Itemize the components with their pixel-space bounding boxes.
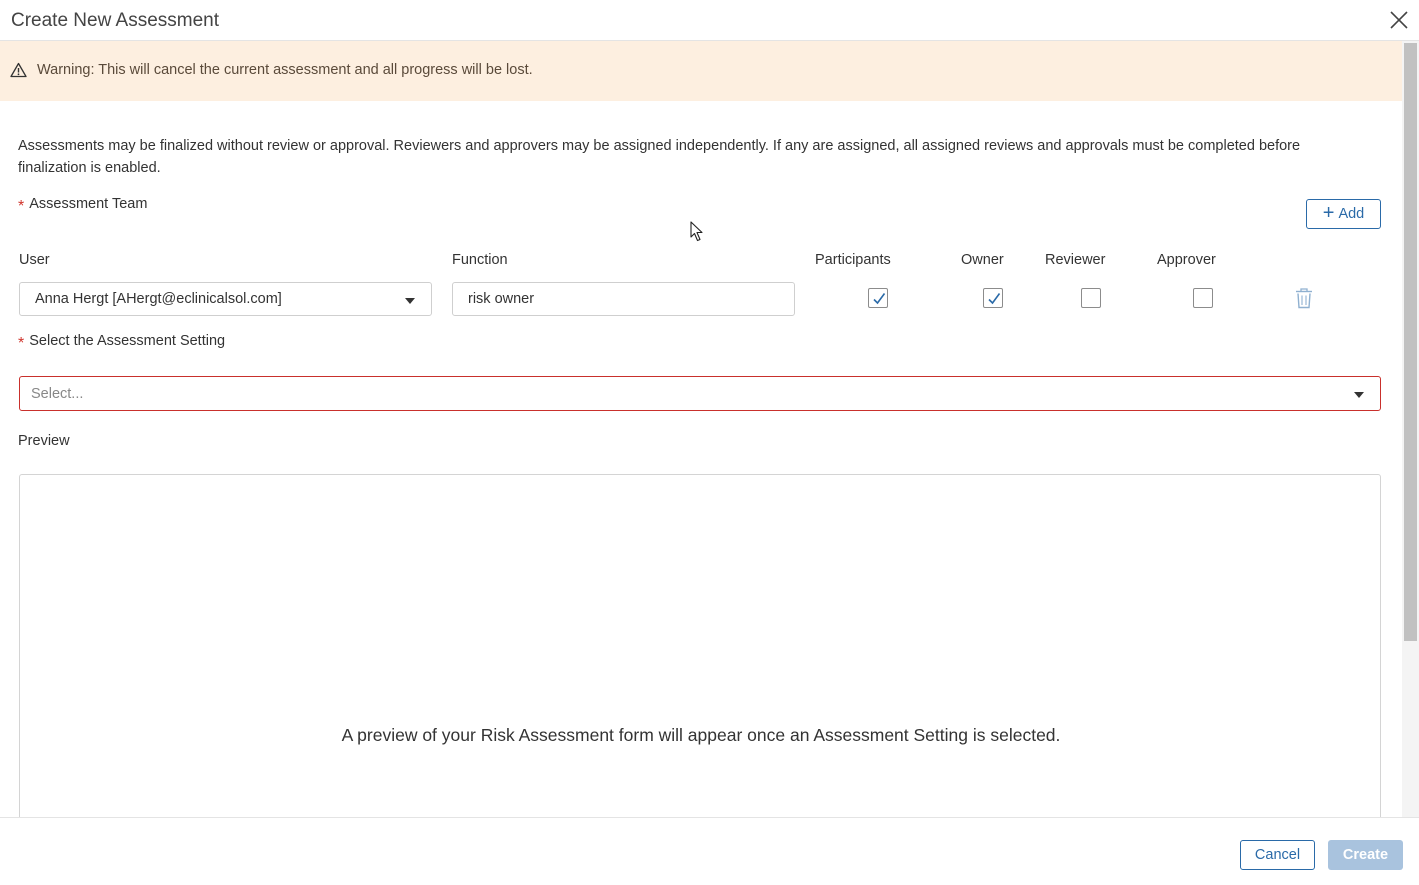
warning-banner: Warning: This will cancel the current as…: [0, 41, 1402, 101]
column-header-user: User: [19, 252, 50, 268]
required-marker: *: [18, 335, 25, 352]
assessment-setting-placeholder: Select...: [31, 386, 84, 402]
dialog-body: Warning: This will cancel the current as…: [0, 41, 1419, 817]
user-select[interactable]: Anna Hergt [AHergt@eclinicalsol.com]: [19, 282, 432, 316]
plus-icon: +: [1322, 202, 1335, 224]
warning-text: Warning: This will cancel the current as…: [37, 62, 533, 78]
required-marker: *: [18, 198, 25, 215]
create-button[interactable]: Create: [1328, 840, 1403, 870]
preview-panel: A preview of your Risk Assessment form w…: [19, 474, 1381, 817]
warning-icon: [10, 62, 27, 78]
assessment-setting-select[interactable]: Select...: [19, 376, 1381, 411]
column-header-reviewer: Reviewer: [1045, 252, 1106, 268]
user-select-value: Anna Hergt [AHergt@eclinicalsol.com]: [35, 291, 282, 307]
trash-icon[interactable]: [1294, 287, 1314, 309]
dialog-title: Create New Assessment: [11, 10, 220, 31]
check-icon: [988, 293, 1001, 305]
participants-checkbox[interactable]: [868, 288, 888, 308]
chevron-down-icon: [405, 298, 415, 304]
assessment-setting-label: * Select the Assessment Setting: [18, 332, 226, 352]
column-header-owner: Owner: [961, 252, 1004, 268]
dialog-footer: Cancel Create: [0, 817, 1419, 885]
approver-checkbox[interactable]: [1193, 288, 1213, 308]
owner-checkbox[interactable]: [983, 288, 1003, 308]
vertical-scrollbar[interactable]: [1402, 41, 1419, 817]
cancel-button[interactable]: Cancel: [1240, 840, 1315, 870]
close-icon[interactable]: [1388, 9, 1410, 31]
assessment-team-label: * Assessment Team: [18, 195, 148, 215]
chevron-down-icon: [1354, 392, 1364, 398]
preview-label: Preview: [18, 433, 70, 449]
function-input[interactable]: [452, 282, 795, 316]
add-team-member-button[interactable]: + Add: [1306, 199, 1381, 229]
preview-message: A preview of your Risk Assessment form w…: [341, 725, 1061, 745]
dialog-header: Create New Assessment: [0, 0, 1419, 41]
column-header-approver: Approver: [1157, 252, 1216, 268]
scrollbar-thumb[interactable]: [1404, 43, 1417, 641]
column-header-participants: Participants: [815, 252, 891, 268]
reviewer-checkbox[interactable]: [1081, 288, 1101, 308]
check-icon: [873, 293, 886, 305]
add-button-label: Add: [1338, 206, 1365, 222]
assessment-team-label-text: Assessment Team: [29, 196, 148, 212]
info-text: Assessments may be finalized without rev…: [18, 138, 1301, 176]
assessment-setting-label-text: Select the Assessment Setting: [29, 333, 226, 349]
column-header-function: Function: [452, 252, 508, 268]
